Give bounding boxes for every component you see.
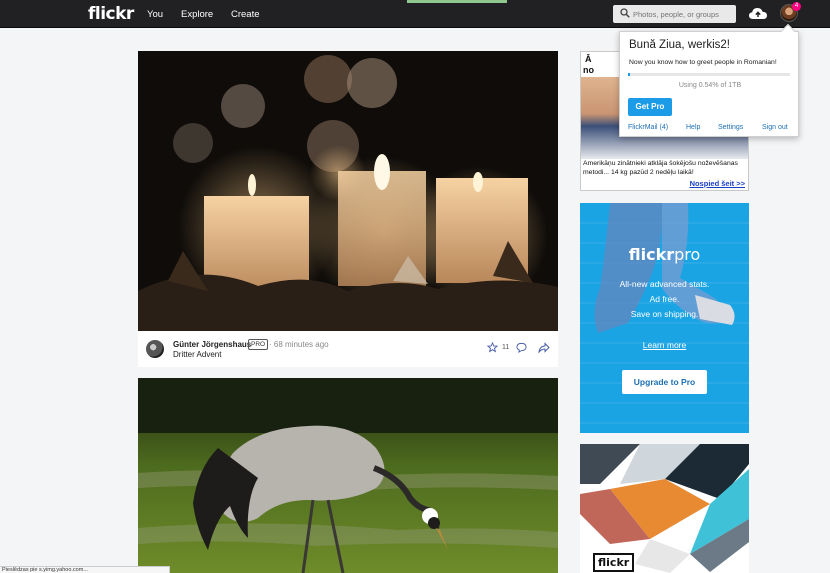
search-icon bbox=[620, 8, 630, 18]
storage-usage-fill bbox=[628, 73, 631, 76]
fav-count: 11 bbox=[502, 344, 510, 351]
candles-image bbox=[138, 51, 558, 331]
notification-badge: 4 bbox=[792, 2, 801, 11]
post-time: · 68 minutes ago bbox=[269, 340, 329, 349]
loading-indicator bbox=[407, 0, 507, 3]
search-input[interactable] bbox=[633, 7, 733, 21]
photo-title[interactable]: Dritter Advent bbox=[173, 350, 221, 359]
star-icon[interactable] bbox=[487, 342, 498, 353]
nav-link-you[interactable]: You bbox=[147, 9, 163, 20]
flickr-logo[interactable]: flickr bbox=[88, 4, 134, 24]
feed-post-meta: Günter Jörgenshaus PRO · 68 minutes ago … bbox=[138, 331, 558, 367]
nav-link-create[interactable]: Create bbox=[231, 9, 260, 20]
promo-line-1: All-new advanced stats. bbox=[619, 279, 710, 289]
feed-photo-crane[interactable] bbox=[138, 378, 558, 573]
feed-photo-candles[interactable] bbox=[138, 51, 558, 331]
ad-heading: Ā no bbox=[583, 54, 594, 75]
flickr-badge: flickr bbox=[593, 553, 635, 572]
share-icon[interactable] bbox=[538, 342, 550, 353]
account-popup: Bună Ziua, werkis2! Now you know how to … bbox=[619, 23, 799, 137]
flickr-pro-logo: flickrpro bbox=[628, 245, 701, 264]
author-avatar[interactable] bbox=[146, 340, 164, 358]
ad-text: Amerikāņu zinātnieki atklāja šokējošu no… bbox=[583, 160, 738, 176]
search-box[interactable] bbox=[613, 5, 736, 23]
promo-line-2: Ad free. bbox=[649, 294, 680, 304]
flickr-collage-promo[interactable]: flickr bbox=[580, 444, 749, 573]
ad-more-link[interactable]: Nospied šeit >> bbox=[690, 179, 745, 188]
crane-image bbox=[138, 378, 558, 573]
storage-usage-bar bbox=[628, 73, 790, 76]
greeting-fact: Now you know how to greet people in Roma… bbox=[629, 59, 777, 66]
browser-status-bar: Pieslēdzas pie s.yimg.yahoo.com... bbox=[0, 566, 170, 573]
greeting: Bună Ziua, werkis2! bbox=[629, 39, 730, 51]
upload-cloud-icon[interactable] bbox=[748, 5, 768, 23]
pro-badge: PRO bbox=[248, 339, 269, 350]
author-name[interactable]: Günter Jörgenshaus bbox=[173, 340, 251, 349]
flickrmail-link[interactable]: FlickrMail (4) bbox=[628, 124, 668, 131]
nav-link-explore[interactable]: Explore bbox=[181, 9, 213, 20]
settings-link[interactable]: Settings bbox=[718, 124, 743, 131]
comment-icon[interactable] bbox=[516, 342, 527, 353]
top-nav: flickr You Explore Create 4 bbox=[0, 0, 830, 28]
account-menu[interactable]: 4 bbox=[780, 2, 801, 22]
promo-line-3: Save on shipping. bbox=[630, 309, 699, 319]
flickr-pro-promo: flickrpro All-new advanced stats. Ad fre… bbox=[580, 203, 749, 433]
get-pro-button[interactable]: Get Pro bbox=[628, 98, 672, 116]
sign-out-link[interactable]: Sign out bbox=[762, 124, 788, 131]
upgrade-to-pro-button[interactable]: Upgrade to Pro bbox=[622, 370, 707, 394]
storage-usage-text: Using 0.54% of 1TB bbox=[678, 82, 742, 89]
help-link[interactable]: Help bbox=[686, 124, 700, 131]
learn-more-link[interactable]: Learn more bbox=[580, 340, 749, 350]
